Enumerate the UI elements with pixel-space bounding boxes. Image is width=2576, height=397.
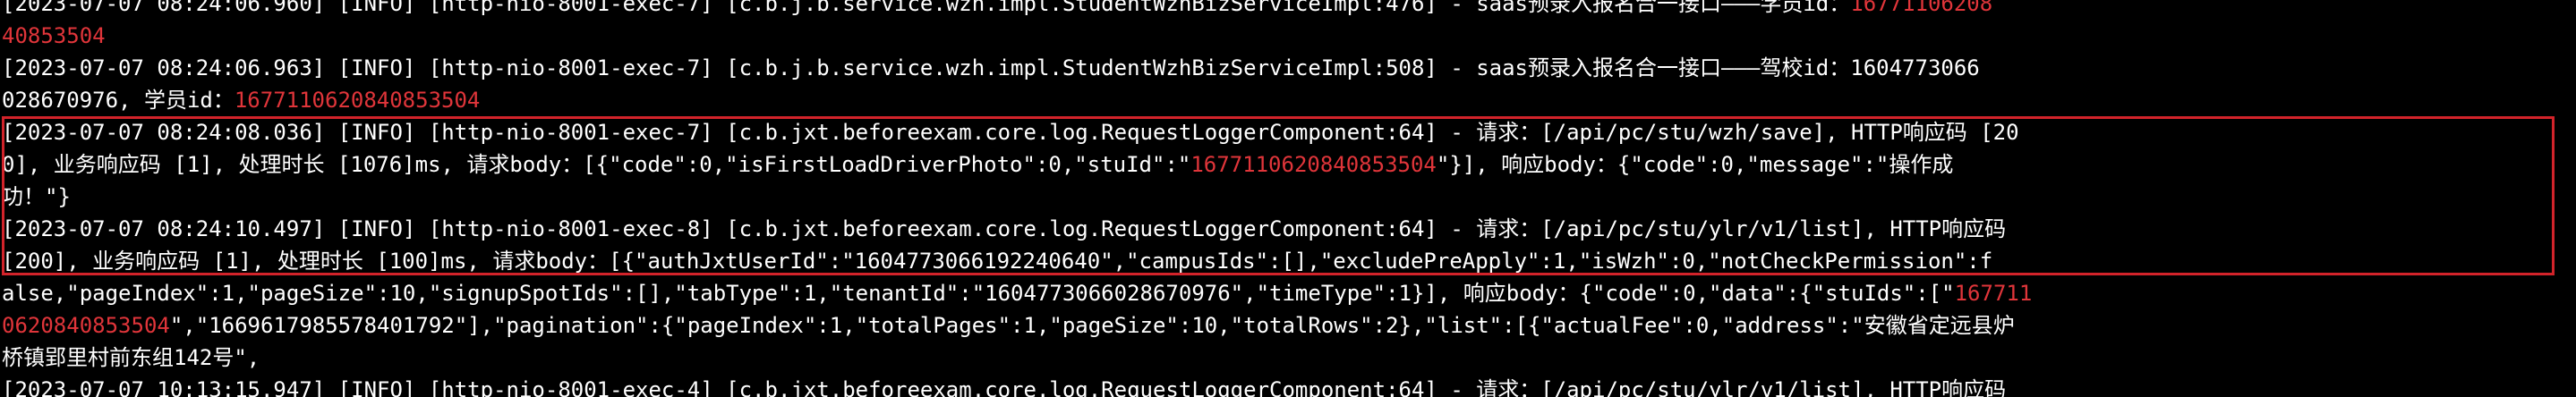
log-line: alse,"pageIndex":1,"pageSize":10,"signup… (2, 277, 2567, 309)
log-text: 0], 业务响应码 [1], 处理时长 [1076]ms, 请求body：[{"… (2, 152, 1191, 177)
log-text: 桥镇郢里村前东组142号", (2, 345, 260, 370)
log-text: [2023-07-07 08:24:08.036] [INFO] [http-n… (2, 120, 2019, 145)
terminal-window[interactable]: [2023-07-07 08:24:06.960] [INFO] [http-n… (0, 0, 2576, 397)
log-text: alse,"pageIndex":1,"pageSize":10,"signup… (2, 281, 1955, 306)
log-line: [200], 业务响应码 [1], 处理时长 [100]ms, 请求body：[… (2, 245, 2567, 277)
log-text: [2023-07-07 08:24:06.960] [INFO] [http-n… (2, 0, 1851, 16)
highlighted-id: 1677110620840853504 (1190, 152, 1437, 177)
log-text: [2023-07-07 08:24:06.963] [INFO] [http-n… (2, 55, 1980, 80)
log-text-tail: ","1669617985578401792"],"pagination":{"… (169, 313, 2015, 338)
log-line: 功！"} (2, 181, 2567, 213)
log-text: [200], 业务响应码 [1], 处理时长 [100]ms, 请求body：[… (2, 249, 1993, 274)
log-text: 028670976, 学员id： (2, 88, 235, 113)
highlighted-id: 40853504 (2, 23, 106, 48)
log-line: 40853504 (2, 20, 2567, 52)
log-line: [2023-07-07 10:13:15.947] [INFO] [http-n… (2, 374, 2567, 397)
log-text-tail: "}], 响应body：{"code":0,"message":"操作成 (1436, 152, 1954, 177)
log-text: [2023-07-07 10:13:15.947] [INFO] [http-n… (2, 377, 2007, 397)
log-text: 功！"} (2, 184, 71, 209)
highlighted-id: 0620840853504 (2, 313, 170, 338)
log-line: [2023-07-07 08:24:06.960] [INFO] [http-n… (2, 0, 2567, 20)
log-line: 0], 业务响应码 [1], 处理时长 [1076]ms, 请求body：[{"… (2, 148, 2567, 181)
highlighted-id: 167711 (1954, 281, 2033, 306)
log-text: [2023-07-07 08:24:10.497] [INFO] [http-n… (2, 216, 2007, 241)
highlighted-id: 1677110620840853504 (234, 88, 481, 113)
log-line: 028670976, 学员id：1677110620840853504 (2, 84, 2567, 116)
log-output: [2023-07-07 08:24:06.960] [INFO] [http-n… (2, 0, 2567, 397)
log-line: 0620840853504","1669617985578401792"],"p… (2, 309, 2567, 342)
log-line: [2023-07-07 08:24:10.497] [INFO] [http-n… (2, 213, 2567, 245)
log-line: [2023-07-07 08:24:06.963] [INFO] [http-n… (2, 52, 2567, 84)
highlighted-id: 16771106208 (1850, 0, 1993, 16)
log-line: 桥镇郢里村前东组142号", (2, 342, 2567, 374)
log-line: [2023-07-07 08:24:08.036] [INFO] [http-n… (2, 116, 2567, 148)
